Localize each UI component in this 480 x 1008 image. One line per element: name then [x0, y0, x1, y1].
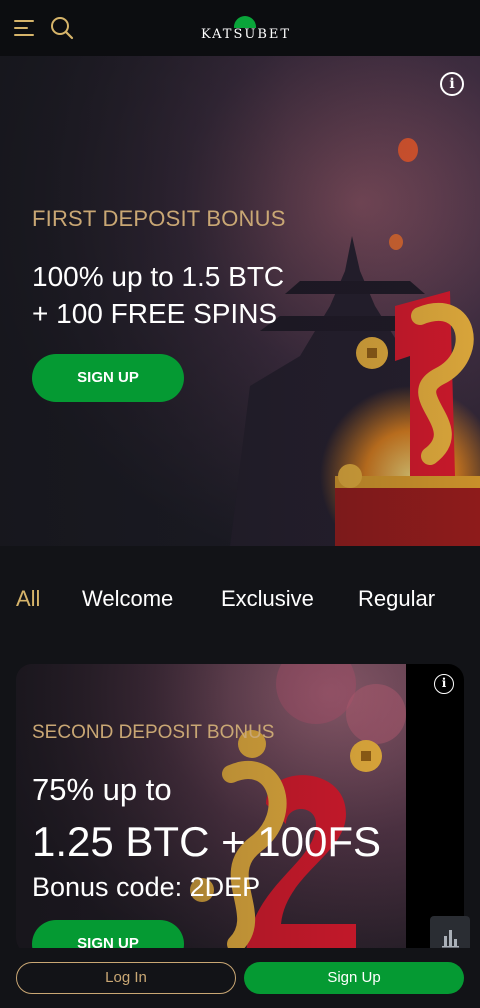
hero-signup-button[interactable]: SIGN UP	[32, 354, 184, 402]
site-logo[interactable]: KATSUBET	[200, 14, 292, 46]
hero-title: 100% up to 1.5 BTC + 100 FREE SPINS	[32, 258, 362, 332]
promo-category-tabs: All Welcome Exclusive Regular	[0, 586, 480, 626]
hero-title-line1: 100% up to 1.5 BTC	[32, 261, 285, 292]
hero-title-line2: + 100 FREE SPINS	[32, 298, 278, 329]
signup-button[interactable]: Sign Up	[244, 962, 464, 994]
card-offer-line2: 1.25 BTC + 100FS	[32, 818, 382, 865]
tab-all[interactable]: All	[16, 586, 40, 612]
tab-regular[interactable]: Regular	[358, 586, 435, 612]
promo-card-illustration	[16, 664, 406, 954]
promo-card-image	[16, 664, 406, 954]
logo-text: KATSUBET	[200, 27, 292, 42]
promo-card[interactable]: i SECOND DEPOSIT BONUS 75% up to 1.25 BT…	[16, 664, 464, 954]
hero-banner: i FIRST DEPOSIT BONUS 100% up to 1.5 BTC…	[0, 56, 480, 546]
card-bonus-code: Bonus code: 2DEP	[32, 872, 261, 902]
login-button[interactable]: Log In	[16, 962, 236, 994]
top-header: KATSUBET	[0, 0, 480, 56]
card-info-icon[interactable]: i	[434, 674, 454, 694]
search-icon[interactable]	[50, 16, 74, 40]
card-offer-line1: 75% up to	[32, 772, 172, 807]
info-icon[interactable]: i	[440, 72, 464, 96]
hamburger-menu-icon[interactable]	[14, 18, 34, 38]
tab-exclusive[interactable]: Exclusive	[221, 586, 314, 612]
tab-welcome[interactable]: Welcome	[82, 586, 173, 612]
bottom-auth-bar: Log In Sign Up	[0, 948, 480, 1008]
hero-kicker: FIRST DEPOSIT BONUS	[32, 206, 286, 231]
card-kicker: SECOND DEPOSIT BONUS	[32, 722, 275, 743]
